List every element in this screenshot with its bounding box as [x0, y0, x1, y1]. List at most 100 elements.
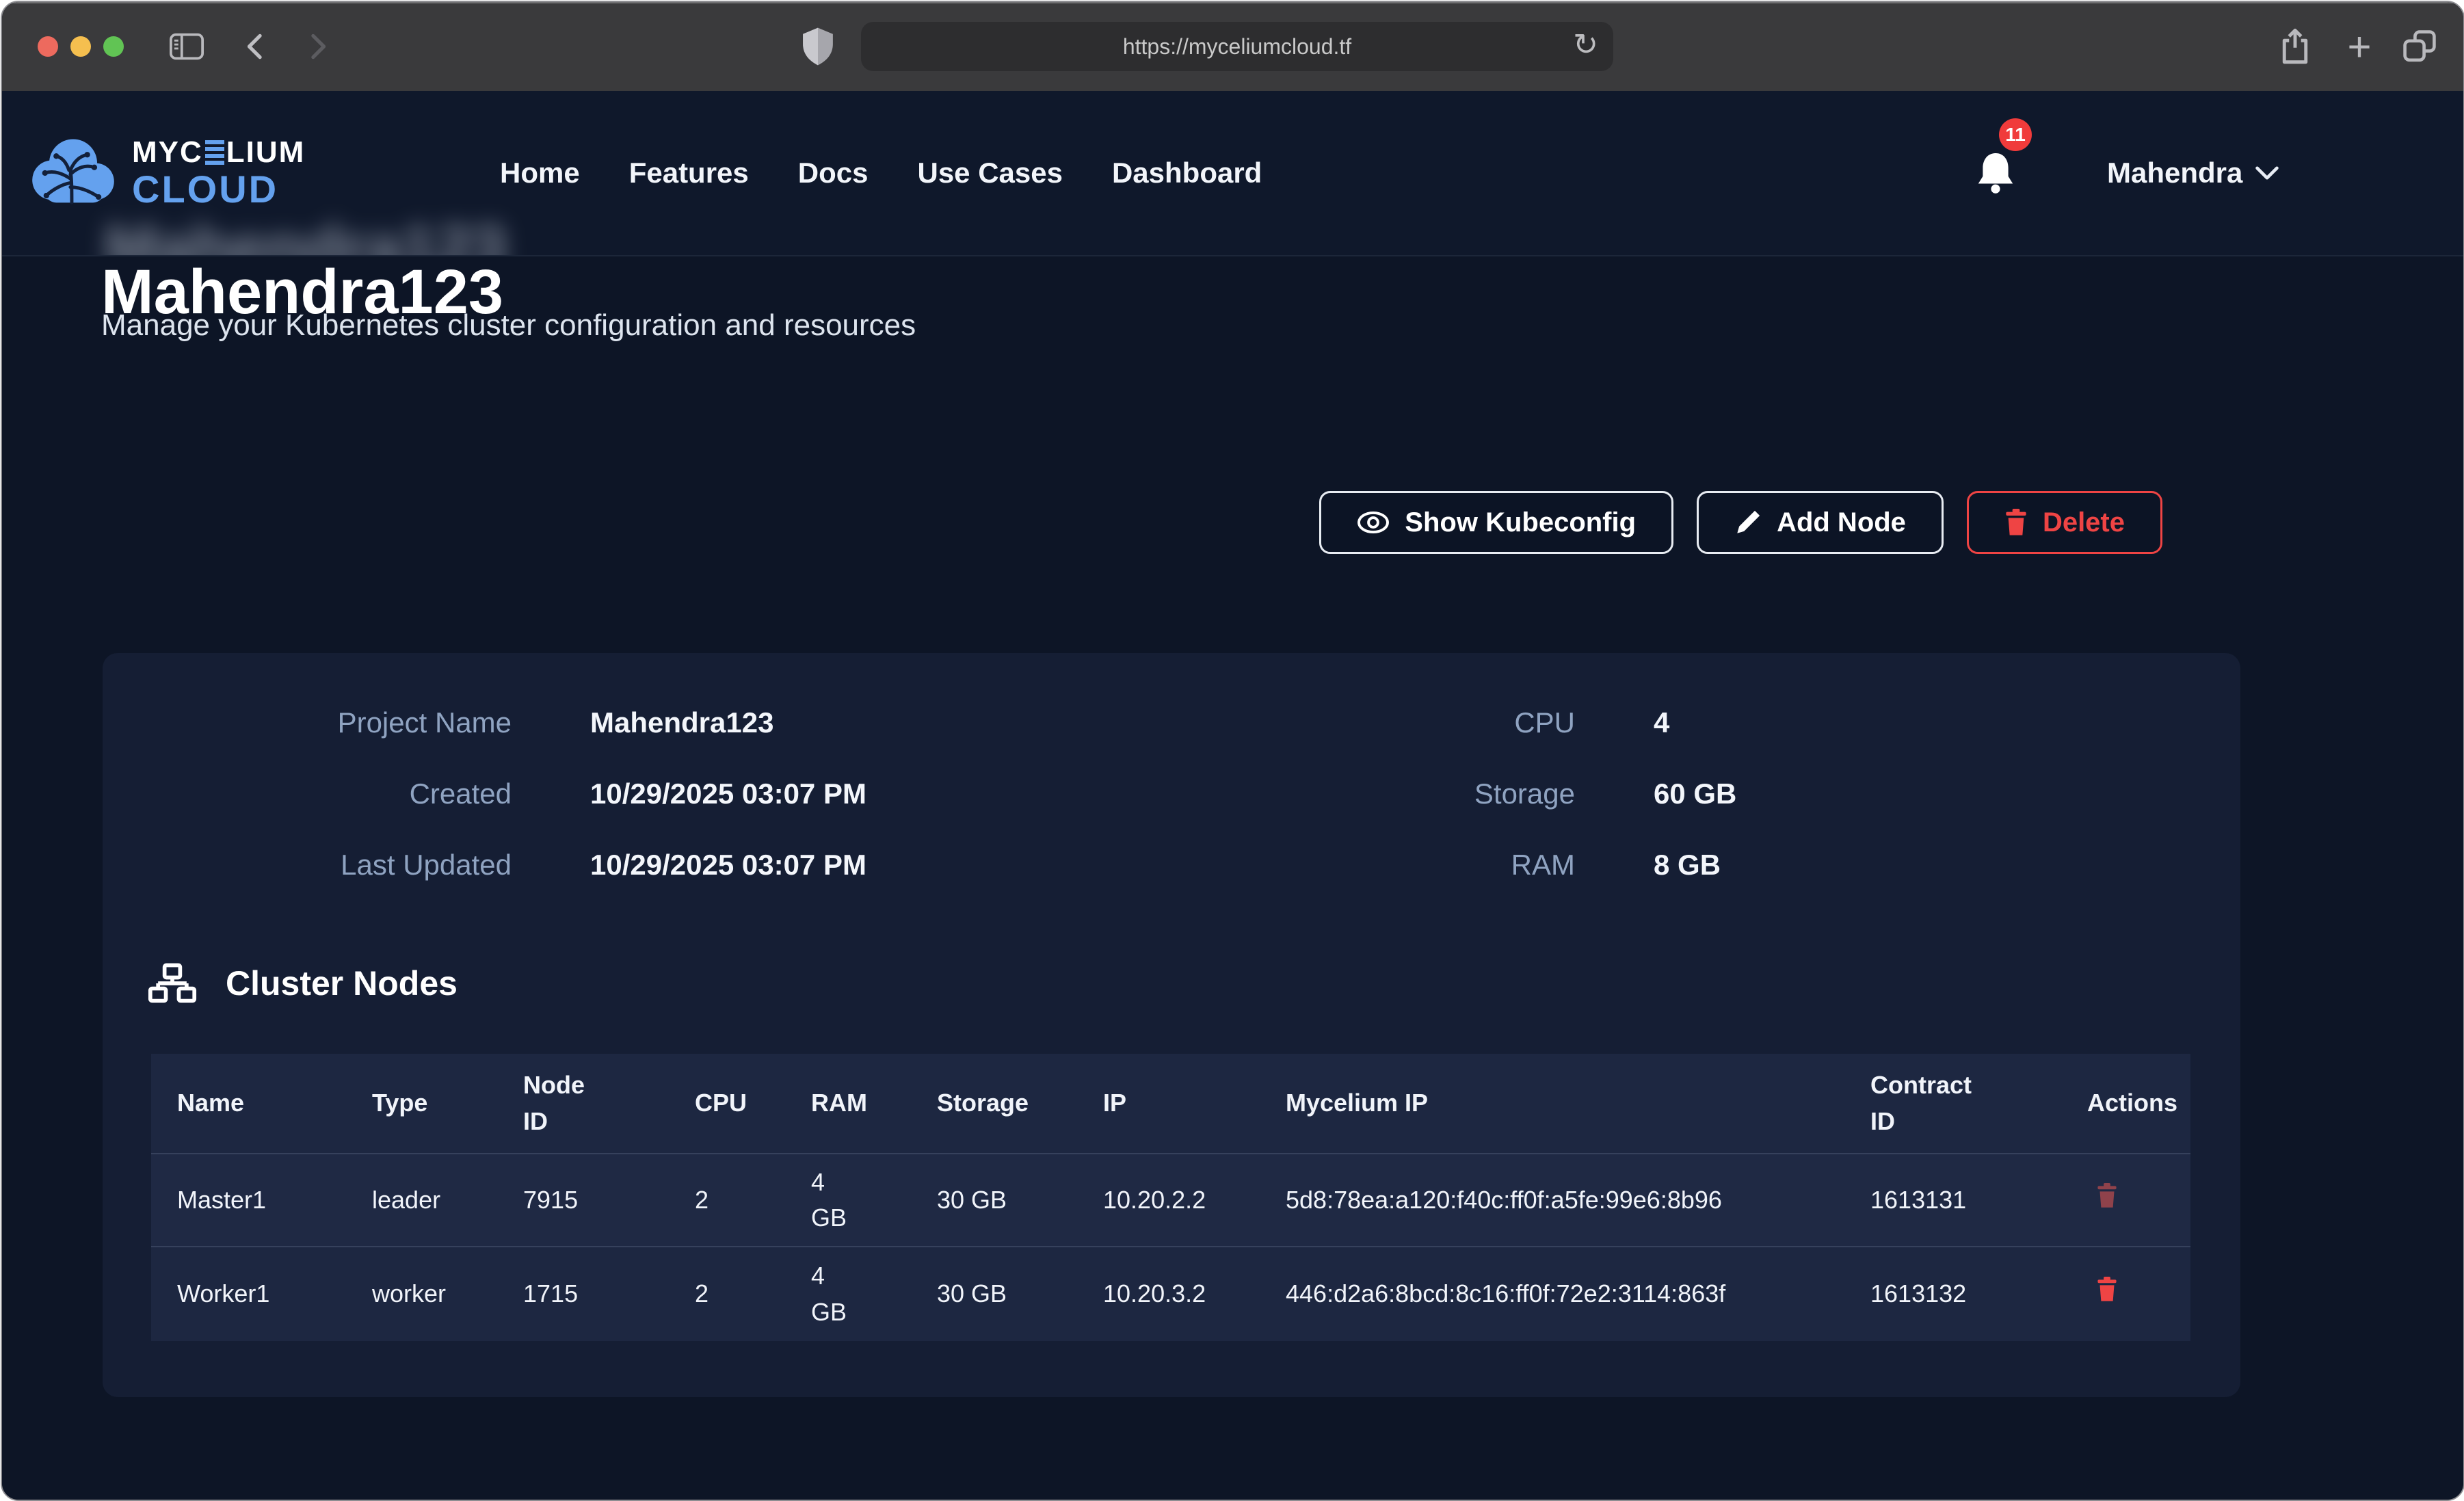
nav-link-docs[interactable]: Docs — [798, 157, 869, 189]
delete-cluster-button[interactable]: Delete — [1967, 491, 2162, 554]
col-ip: IP — [1077, 1085, 1260, 1121]
trash-icon — [2004, 509, 2028, 536]
cell-cpu: 2 — [669, 1182, 785, 1218]
tab-overview-icon[interactable] — [2396, 2, 2443, 91]
cell-type: worker — [346, 1276, 497, 1312]
forward-icon[interactable] — [297, 2, 339, 91]
project-name-label: Project Name — [103, 702, 512, 743]
col-type: Type — [346, 1085, 497, 1121]
nav-link-features[interactable]: Features — [629, 157, 749, 189]
address-bar[interactable]: https://myceliumcloud.tf ↻ — [861, 22, 1613, 71]
logo-line1-part2: LIUM — [226, 137, 306, 168]
webpage: Mahendra123 Manage your Kubernetes clust… — [2, 91, 2463, 1500]
cell-contract-id: 1613131 — [1844, 1182, 2061, 1218]
back-icon[interactable] — [235, 2, 276, 91]
user-menu[interactable]: Mahendra — [2107, 91, 2279, 255]
notifications-button[interactable]: 11 — [1974, 91, 2017, 255]
new-tab-icon[interactable]: + — [2335, 2, 2383, 91]
logo-line1-part: MYC — [132, 137, 203, 168]
col-actions: Actions — [2061, 1085, 2190, 1121]
chevron-down-icon — [2255, 165, 2279, 181]
address-bar-url: https://myceliumcloud.tf — [1123, 34, 1351, 59]
browser-window: https://myceliumcloud.tf ↻ + Mahendra123… — [1, 1, 2464, 1501]
delete-node-button[interactable] — [2097, 1277, 2117, 1302]
nodes-table-header: Name Type Node ID CPU RAM Storage IP Myc… — [151, 1054, 2190, 1153]
logo-line2: CLOUD — [132, 170, 305, 209]
cpu-value: 4 — [1654, 702, 1736, 743]
col-contract-id: Contract ID — [1844, 1067, 2061, 1139]
nav-links: Home Features Docs Use Cases Dashboard — [500, 91, 1262, 255]
delete-label: Delete — [2043, 507, 2125, 538]
table-row-master1: Master1 leader 7915 2 4 GB 30 GB 10.20.2… — [151, 1153, 2190, 1246]
cell-storage: 30 GB — [911, 1182, 1077, 1218]
add-node-button[interactable]: Add Node — [1697, 491, 1944, 554]
cluster-actions: Show Kubeconfig Add Node Delete — [1319, 491, 2162, 554]
cell-cpu: 2 — [669, 1276, 785, 1312]
cluster-nodes-icon — [148, 962, 197, 1005]
col-mycelium-ip: Mycelium IP — [1260, 1085, 1844, 1121]
nav-link-dashboard[interactable]: Dashboard — [1112, 157, 1262, 189]
cell-mycelium-ip: 446:d2a6:8bcd:8c16:ff0f:72e2:3114:863f — [1260, 1276, 1844, 1312]
cell-ip: 10.20.3.2 — [1077, 1276, 1260, 1312]
cell-storage: 30 GB — [911, 1276, 1077, 1312]
cell-ip: 10.20.2.2 — [1077, 1182, 1260, 1218]
minimize-window-button[interactable] — [70, 36, 91, 57]
share-icon[interactable] — [2271, 2, 2319, 91]
logo-wordmark: MYC LIUM CLOUD — [132, 137, 305, 209]
cluster-details-panel: Project Name Mahendra123 Created 10/29/2… — [103, 653, 2240, 1397]
cell-contract-id: 1613132 — [1844, 1276, 2061, 1312]
created-label: Created — [103, 773, 512, 814]
sidebar-toggle-icon[interactable] — [166, 2, 207, 91]
cluster-nodes-title: Cluster Nodes — [226, 964, 458, 1003]
table-row-worker1: Worker1 worker 1715 2 4 GB 30 GB 10.20.3… — [151, 1246, 2190, 1341]
close-window-button[interactable] — [38, 36, 58, 57]
user-name: Mahendra — [2107, 157, 2242, 189]
window-controls — [38, 2, 124, 91]
storage-label: Storage — [1231, 773, 1575, 814]
col-storage: Storage — [911, 1085, 1077, 1121]
nodes-table: Name Type Node ID CPU RAM Storage IP Myc… — [151, 1054, 2190, 1341]
created-value: 10/29/2025 03:07 PM — [590, 773, 866, 814]
col-cpu: CPU — [669, 1085, 785, 1121]
nav-link-use-cases[interactable]: Use Cases — [917, 157, 1062, 189]
show-kubeconfig-label: Show Kubeconfig — [1405, 507, 1636, 538]
storage-value: 60 GB — [1654, 773, 1736, 814]
trash-icon — [2097, 1277, 2117, 1302]
logo-e-bars — [205, 140, 224, 165]
privacy-shield-icon[interactable] — [794, 2, 842, 91]
cluster-nodes-header: Cluster Nodes — [148, 962, 458, 1005]
page-subtitle: Manage your Kubernetes cluster configura… — [101, 308, 916, 343]
cell-mycelium-ip: 5d8:78ea:a120:f40c:ff0f:a5fe:99e6:8b96 — [1260, 1182, 1844, 1218]
reload-icon[interactable]: ↻ — [1573, 27, 1598, 62]
cell-ram: 4 GB — [785, 1258, 911, 1329]
col-node-id: Node ID — [497, 1067, 669, 1139]
cell-node-id: 7915 — [497, 1182, 669, 1218]
col-ram: RAM — [785, 1085, 911, 1121]
pencil-icon — [1734, 509, 1762, 536]
bell-icon — [1974, 149, 2017, 197]
col-name: Name — [151, 1085, 346, 1121]
cell-name: Master1 — [151, 1182, 346, 1218]
top-navbar: Mahendra123 — [2, 91, 2463, 256]
browser-chrome: https://myceliumcloud.tf ↻ + — [2, 2, 2463, 92]
cell-name: Worker1 — [151, 1276, 346, 1312]
cell-ram: 4 GB — [785, 1165, 911, 1236]
cpu-label: CPU — [1231, 702, 1575, 743]
ram-value: 8 GB — [1654, 845, 1736, 886]
notification-badge: 11 — [1999, 118, 2032, 151]
trash-icon — [2097, 1183, 2117, 1208]
mycelium-cloud-logo-icon — [28, 135, 118, 211]
delete-node-button[interactable] — [2097, 1183, 2117, 1208]
cell-type: leader — [346, 1182, 497, 1218]
eye-icon — [1357, 511, 1390, 534]
nav-link-home[interactable]: Home — [500, 157, 580, 189]
zoom-window-button[interactable] — [103, 36, 124, 57]
details-left: Project Name Mahendra123 Created 10/29/2… — [103, 702, 866, 886]
logo[interactable]: MYC LIUM CLOUD — [28, 91, 305, 255]
last-updated-value: 10/29/2025 03:07 PM — [590, 845, 866, 886]
ram-label: RAM — [1231, 845, 1575, 886]
details-right: CPU 4 Storage 60 GB RAM 8 GB — [1231, 702, 1736, 886]
last-updated-label: Last Updated — [103, 845, 512, 886]
cell-node-id: 1715 — [497, 1276, 669, 1312]
show-kubeconfig-button[interactable]: Show Kubeconfig — [1319, 491, 1673, 554]
